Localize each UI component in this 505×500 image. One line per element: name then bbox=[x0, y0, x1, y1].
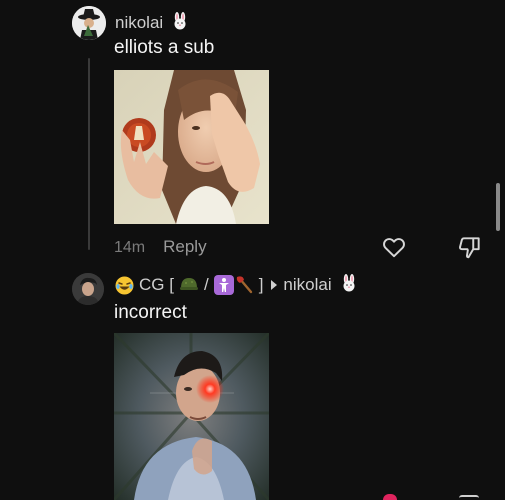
rabbit-emoji bbox=[340, 273, 358, 297]
comment-author[interactable]: CG [ / ] nikolai bbox=[115, 273, 358, 297]
person-emoji bbox=[213, 275, 234, 295]
reply-to-username[interactable]: nikolai bbox=[283, 275, 331, 295]
comment-thread: nikolai elliots a sub 14m Reply CG [/]… bbox=[0, 0, 505, 500]
thread-line bbox=[88, 58, 90, 250]
flair-separator: / bbox=[203, 275, 209, 294]
axe-emoji bbox=[234, 275, 254, 295]
username[interactable]: CG [ bbox=[139, 275, 174, 295]
reply-button[interactable]: Reply bbox=[163, 237, 206, 256]
helmet-emoji bbox=[179, 275, 199, 295]
comment-image[interactable] bbox=[114, 333, 269, 500]
comment-author[interactable]: nikolai bbox=[115, 12, 189, 35]
heart-icon[interactable] bbox=[381, 234, 407, 260]
comment-image[interactable] bbox=[114, 70, 269, 224]
thumbs-down-icon[interactable] bbox=[457, 234, 483, 260]
laughing-emoji bbox=[115, 276, 134, 295]
comment-text: incorrect bbox=[114, 302, 187, 323]
heart-icon[interactable] bbox=[383, 494, 397, 500]
reply-arrow-icon bbox=[271, 280, 278, 290]
thumbs-down-icon[interactable] bbox=[459, 495, 479, 500]
comment-meta: 14m Reply bbox=[114, 237, 207, 257]
rabbit-emoji bbox=[171, 12, 189, 35]
flair-close: ] bbox=[258, 275, 264, 294]
timestamp: 14m bbox=[114, 239, 146, 256]
username[interactable]: nikolai bbox=[115, 13, 163, 32]
scrollbar[interactable] bbox=[496, 183, 500, 231]
avatar[interactable] bbox=[72, 273, 104, 305]
avatar[interactable] bbox=[72, 6, 106, 40]
comment-text: elliots a sub bbox=[114, 37, 215, 58]
